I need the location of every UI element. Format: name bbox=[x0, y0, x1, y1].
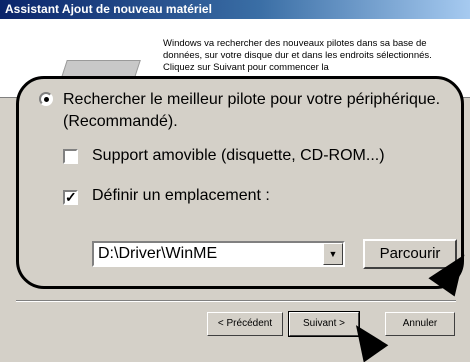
window-title: Assistant Ajout de nouveau matériel bbox=[5, 2, 212, 16]
radio-dot-icon bbox=[44, 97, 49, 102]
dropdown-arrow-icon[interactable]: ▼ bbox=[323, 243, 343, 265]
removable-media-label[interactable]: Support amovible (disquette, CD-ROM...) bbox=[92, 146, 385, 166]
checkbox-check-icon: ✓ bbox=[65, 189, 77, 205]
best-driver-radio[interactable] bbox=[39, 92, 53, 106]
removable-media-checkbox[interactable] bbox=[63, 149, 78, 164]
search-options-panel: Rechercher le meilleur pilote pour votre… bbox=[16, 76, 464, 289]
location-label[interactable]: Définir un emplacement : bbox=[92, 186, 270, 206]
location-checkbox[interactable]: ✓ bbox=[63, 190, 78, 205]
back-button[interactable]: < Précédent bbox=[207, 312, 283, 336]
title-bar: Assistant Ajout de nouveau matériel bbox=[0, 0, 470, 19]
cancel-button[interactable]: Annuler bbox=[385, 312, 455, 336]
intro-text: Windows va rechercher des nouveaux pilot… bbox=[163, 38, 432, 73]
location-combobox[interactable]: D:\Driver\WinME ▼ bbox=[92, 241, 345, 267]
footer-separator bbox=[16, 300, 456, 302]
best-driver-label[interactable]: Rechercher le meilleur pilote pour votre… bbox=[63, 90, 440, 110]
recommended-label: (Recommandé). bbox=[63, 113, 178, 130]
location-value: D:\Driver\WinME bbox=[98, 245, 218, 262]
